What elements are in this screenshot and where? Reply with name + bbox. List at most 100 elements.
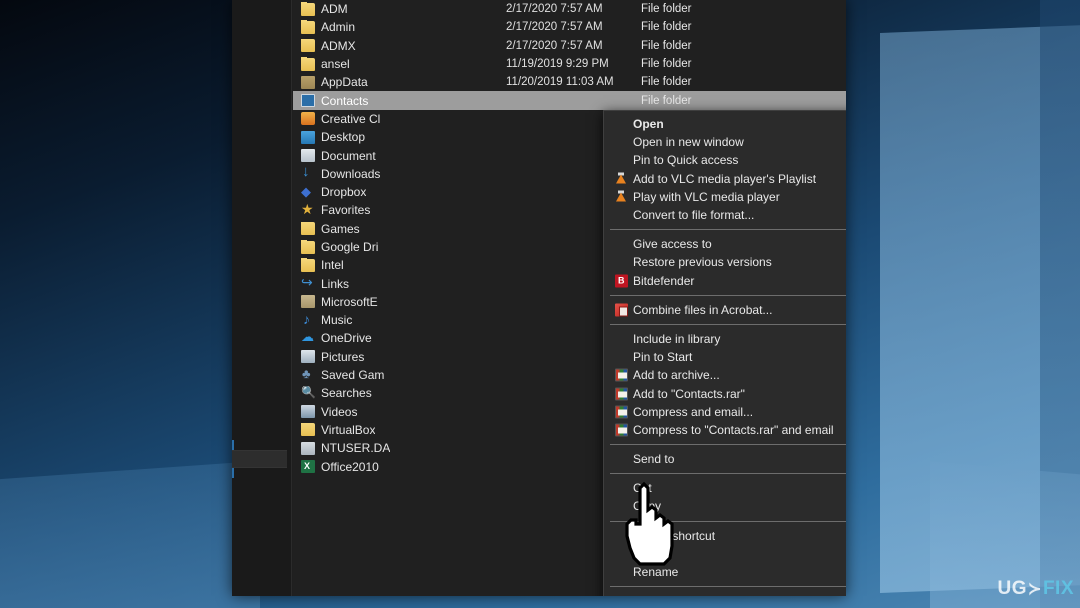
folder-dark-icon [301,75,315,89]
nav-pane-highlighted-item[interactable] [232,450,287,468]
file-type-cell: File folder [641,39,692,52]
context-menu-item[interactable]: Bitdefender› [604,272,846,290]
context-menu-item[interactable]: Combine files in Acrobat... [604,301,846,319]
context-menu-item[interactable]: Add to archive... [604,366,846,384]
context-menu[interactable]: Open Open in new window Pin to Quick acces… [603,110,846,596]
context-menu-item-label: Create shortcut [633,528,716,543]
file-name-cell: Desktop [301,130,506,144]
context-menu-item-label: Open [633,117,664,132]
context-menu-item[interactable]: Pin to Start [604,348,846,366]
file-row[interactable]: AppData 11/20/2019 11:03 AM File folder [293,73,846,91]
context-menu-item-label: Add to "Contacts.rar" [633,386,745,401]
context-menu-item[interactable]: Rename [604,563,846,581]
context-menu-item-label: Compress to "Contacts.rar" and email [633,422,834,437]
folder-icon [301,57,315,71]
file-name-cell: Contacts [301,94,506,108]
file-name-cell: Videos [301,405,506,419]
file-icon [301,441,315,455]
file-name-label: Admin [321,20,356,35]
desktop-icon [301,130,315,144]
file-type-cell: File folder [641,58,692,71]
msedge-icon [301,295,315,309]
context-menu-item[interactable]: Restore previous versions [604,253,846,271]
file-name-cell: ansel [301,57,506,71]
context-menu-item-label: Give access to [633,237,712,252]
file-name-cell: Dropbox [301,185,506,199]
context-menu-item-label: Restore previous versions [633,255,772,270]
file-row[interactable]: ansel 11/19/2019 9:29 PM File folder [293,55,846,73]
context-menu-item[interactable]: Play with VLC media player [604,188,846,206]
context-menu-item[interactable]: Open [604,115,846,133]
context-menu-item[interactable]: Compress and email... [604,403,846,421]
file-name-label: MicrosoftE [321,294,378,309]
file-name-cell: Saved Gam [301,368,506,382]
links-icon [301,277,315,291]
file-name-cell: Admin [301,20,506,34]
context-menu-item[interactable]: Add to VLC media player's Playlist [604,170,846,188]
file-name-label: ansel [321,57,350,72]
file-name-cell: Downloads [301,167,506,181]
file-name-cell: Games [301,221,506,236]
file-name-cell: ADMX [301,38,506,53]
file-row[interactable]: ADM 2/17/2020 7:57 AM File folder [293,0,846,18]
folder-icon [301,2,315,16]
context-menu-item[interactable]: Create shortcut [604,527,846,545]
context-menu-item[interactable]: Add to "Contacts.rar" [604,384,846,402]
file-name-label: Links [321,276,350,291]
file-type-cell: File folder [641,3,692,16]
vlc-icon [615,172,628,185]
watermark-prefix: UG [997,578,1028,599]
context-menu-item[interactable]: Open in new window [604,133,846,151]
file-name-label: Searches [321,386,372,401]
file-name-label: Games [321,221,360,236]
context-menu-item[interactable]: Delete [604,545,846,563]
context-menu-separator [610,586,846,588]
file-name-cell: AppData [301,75,506,89]
file-row[interactable]: Contacts File folder [293,91,846,110]
file-name-cell: Google Dri [301,240,506,254]
file-type-cell: File folder [641,94,692,107]
file-name-label: Pictures [321,349,365,364]
file-date-cell: 2/17/2020 7:57 AM [506,21,603,34]
context-menu-item[interactable]: Compress to "Contacts.rar" and email [604,421,846,439]
context-menu-item[interactable]: Include in library› [604,330,846,348]
file-name-label: Document [321,148,376,163]
wallpaper-panel-far-right [1040,0,1080,608]
context-menu-item[interactable]: Properties [604,592,846,596]
file-name-label: Music [321,313,353,328]
file-name-label: Desktop [321,130,366,145]
watermark-glyph-icon: ≻ [1028,581,1042,598]
file-row[interactable]: Admin 2/17/2020 7:57 AM File folder [293,18,846,36]
file-name-label: Creative Cl [321,111,381,126]
file-name-label: Dropbox [321,185,367,200]
file-name-cell: Music [301,313,506,327]
context-menu-item-label: Add to VLC media player's Playlist [633,171,817,186]
context-menu-item[interactable]: Pin to Quick access [604,151,846,169]
wallpaper-panel-right [880,23,1080,593]
file-name-cell: NTUSER.DA [301,441,506,455]
file-name-cell: Links [301,277,506,291]
downloads-icon [301,167,315,181]
file-name-label: Videos [321,404,358,419]
wallpaper-panel-bottom-left [0,460,260,608]
file-name-cell: Favorites [301,203,506,217]
context-menu-item[interactable]: Give access to› [604,235,846,253]
context-menu-item-label: Open in new window [633,135,744,150]
file-row[interactable]: ADMX 2/17/2020 7:57 AM File folder [293,37,846,55]
context-menu-item-label: Properties [633,594,688,596]
file-name-cell: OneDrive [301,331,506,345]
context-menu-item-label: Include in library [633,331,721,346]
context-menu-item[interactable]: Send to› [604,450,846,468]
file-name-cell: Office2010 [301,460,506,474]
watermark-ugetfix: UG ≻ FIX [998,578,1074,600]
context-menu-item[interactable]: Copy [604,497,846,515]
context-menu-item[interactable]: Cut [604,479,846,497]
file-name-label: Downloads [321,166,381,181]
file-name-cell: Pictures [301,350,506,364]
context-menu-item-label: Add to archive... [633,368,720,383]
file-name-label: Contacts [321,93,369,108]
file-name-cell: Document [301,149,506,163]
videos-icon [301,405,315,419]
context-menu-item[interactable]: Convert to file format... [604,206,846,224]
navigation-pane[interactable] [232,0,292,596]
